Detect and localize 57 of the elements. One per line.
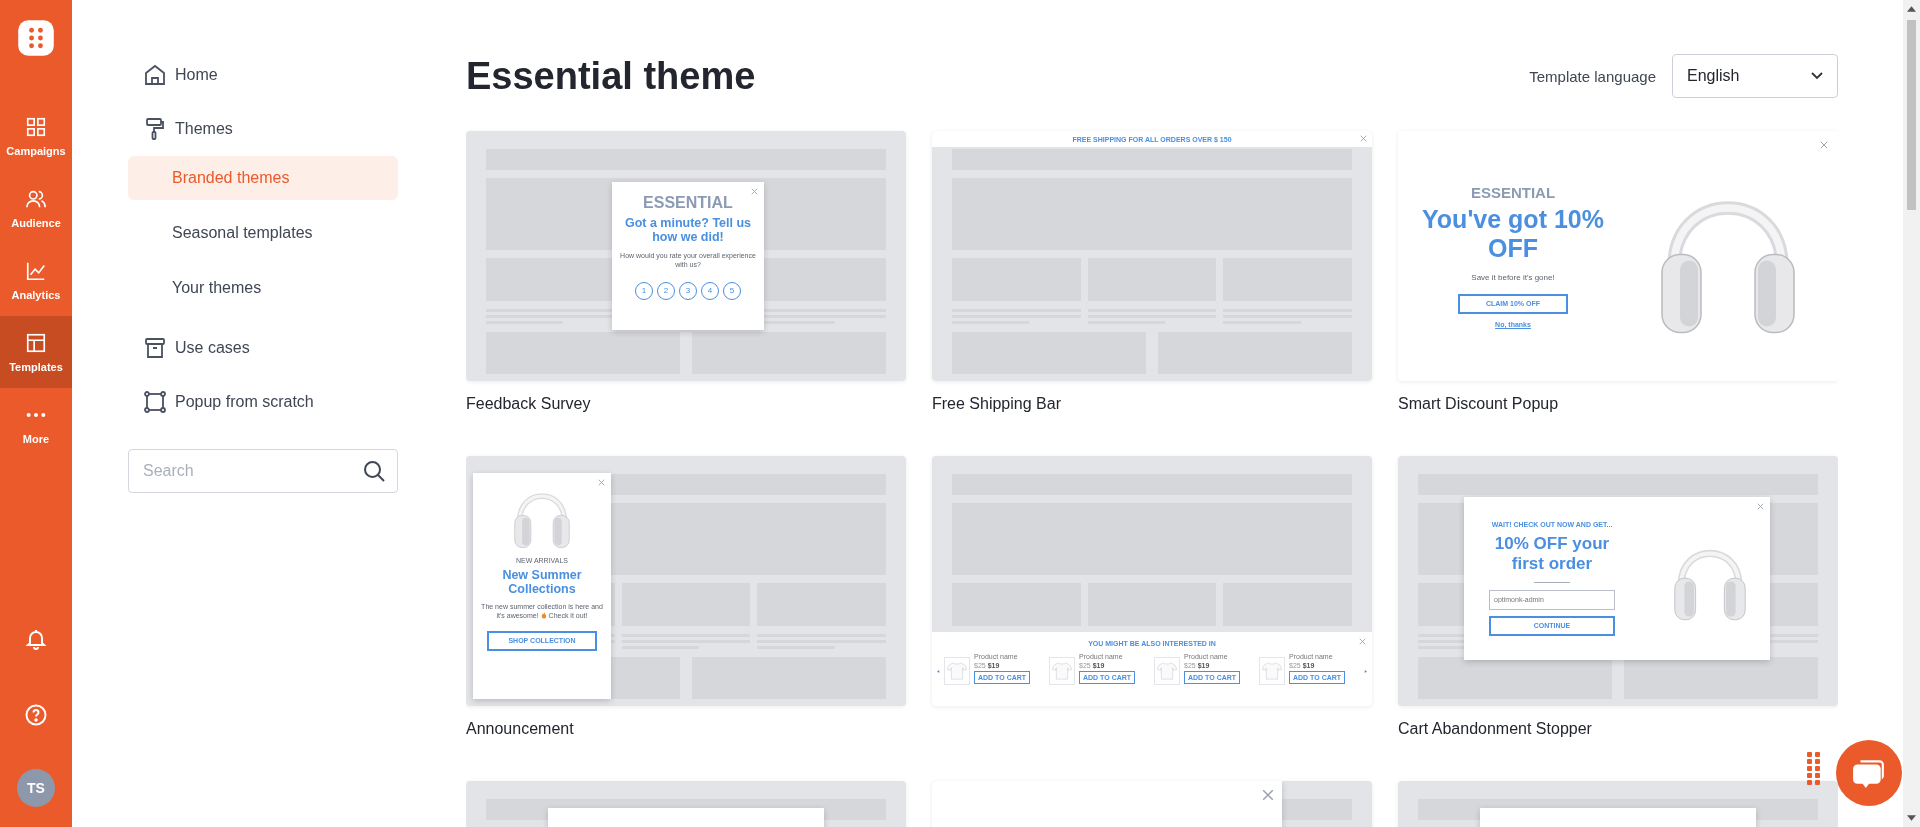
close-icon[interactable] xyxy=(1262,789,1274,801)
logo-icon[interactable] xyxy=(16,18,56,58)
scrollbar-thumb[interactable] xyxy=(1907,20,1916,210)
template-name[interactable]: Free Shipping Bar xyxy=(932,395,1061,413)
nav-subitem[interactable]: Seasonal templates xyxy=(128,211,398,255)
sidebar-item[interactable]: Audience xyxy=(0,172,72,244)
popup-headline: You've got 10% OFF xyxy=(1421,205,1605,263)
close-icon[interactable] xyxy=(1820,141,1828,149)
popup-headline: New Summer Collections xyxy=(501,568,583,597)
close-icon[interactable] xyxy=(751,188,758,195)
frame-icon xyxy=(143,390,167,414)
flame-icon xyxy=(540,612,547,620)
template-name[interactable]: Smart Discount Popup xyxy=(1398,395,1559,413)
scroll-up-icon[interactable] xyxy=(1907,6,1916,12)
search-icon xyxy=(362,459,386,483)
search-field[interactable]: Search xyxy=(128,449,398,493)
user-avatar[interactable]: TS xyxy=(17,769,55,807)
close-icon[interactable] xyxy=(1360,135,1367,142)
bell-icon[interactable] xyxy=(24,627,48,651)
arrow-right-icon[interactable] xyxy=(1364,669,1367,673)
close-icon[interactable] xyxy=(1757,503,1764,510)
language-select[interactable]: English xyxy=(1672,54,1838,98)
popup-body: Save it before it's gone! xyxy=(1471,272,1555,284)
scrollbar[interactable] xyxy=(1903,0,1920,827)
arrow-left-icon[interactable] xyxy=(937,669,940,673)
drag-handle-icon[interactable] xyxy=(1807,752,1820,786)
nav-item[interactable]: Use cases xyxy=(128,321,398,375)
sidebar-item[interactable]: Campaigns xyxy=(0,100,72,172)
sidebar-item[interactable]: Templates xyxy=(0,316,72,388)
chat-bubble-icon xyxy=(1852,757,1886,789)
popup-headline: 10% OFF your first order xyxy=(1493,534,1611,574)
more-icon xyxy=(25,411,47,418)
nav-item[interactable]: Popup from scratch xyxy=(128,375,398,429)
close-icon[interactable] xyxy=(1359,638,1366,645)
nav-subitem[interactable]: Your themes xyxy=(128,266,398,310)
nav-subitem[interactable]: Branded themes xyxy=(128,156,398,200)
template-name[interactable]: Announcement xyxy=(466,720,574,738)
home-icon xyxy=(143,63,167,87)
close-icon[interactable] xyxy=(598,479,605,486)
paint-roller-icon xyxy=(143,117,167,141)
brand-text: ESSENTIAL xyxy=(643,194,733,212)
nav-item[interactable]: Home xyxy=(128,48,398,102)
nav-item[interactable]: Themes xyxy=(128,102,398,156)
template-name[interactable]: Cart Abandonment Stopper xyxy=(1398,720,1592,738)
chevron-down-icon xyxy=(1811,72,1823,80)
layout-icon xyxy=(25,331,47,354)
archive-box-icon xyxy=(143,336,167,360)
template-name[interactable]: Feedback Survey xyxy=(466,395,591,413)
page-title: Essential theme xyxy=(466,54,757,98)
sidebar-item[interactable]: More xyxy=(0,388,72,460)
sidebar-item[interactable]: Analytics xyxy=(0,244,72,316)
popup-headline: Got a minute? Tell us how we did! xyxy=(623,216,753,245)
grid-icon xyxy=(25,115,47,138)
help-icon[interactable] xyxy=(24,703,48,727)
brand-text: ESSENTIAL xyxy=(1470,184,1556,202)
scroll-down-icon[interactable] xyxy=(1907,815,1916,821)
language-label: Template language xyxy=(1529,67,1656,85)
